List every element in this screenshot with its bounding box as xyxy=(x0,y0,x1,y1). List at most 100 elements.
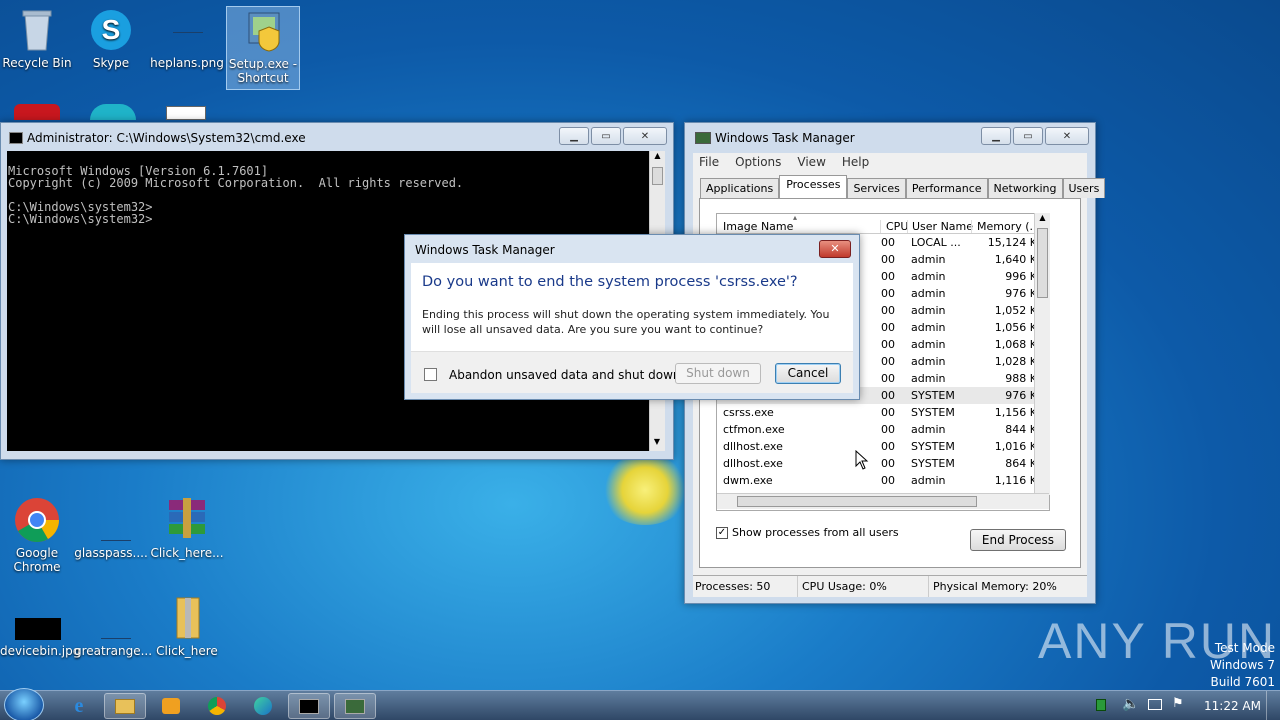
process-cpu: 00 xyxy=(881,304,895,317)
menu-help[interactable]: Help xyxy=(842,155,869,169)
process-user: SYSTEM xyxy=(911,389,955,402)
process-memory: 844 K xyxy=(1005,423,1037,436)
desktop-icon-devicebin[interactable]: devicebin.jpg xyxy=(0,594,80,658)
table-row[interactable]: dwm.exe 00 admin 1,116 K xyxy=(717,472,1047,489)
cancel-button[interactable]: Cancel xyxy=(775,363,841,384)
process-cpu: 00 xyxy=(881,236,895,249)
tab-processes[interactable]: Processes xyxy=(779,175,848,198)
table-row[interactable]: csrss.exe 00 SYSTEM 1,156 K xyxy=(717,404,1047,421)
desktop-icon-greatrange[interactable]: greatrange... xyxy=(74,594,152,658)
abandon-label: Abandon unsaved data and shut down. xyxy=(449,368,685,382)
tab-applications[interactable]: Applications xyxy=(700,178,780,198)
process-user: SYSTEM xyxy=(911,457,955,470)
taskbar-ie[interactable]: e xyxy=(58,693,100,719)
taskbar-clock[interactable]: 11:22 AM xyxy=(1204,699,1261,713)
desktop-icon-chrome[interactable]: Google Chrome xyxy=(0,496,74,574)
setup-shortcut-icon xyxy=(239,7,287,55)
desktop-icon-recycle-bin[interactable]: Recycle Bin xyxy=(0,6,74,70)
desktop-icon-partial-edge[interactable] xyxy=(90,104,136,120)
menu-view[interactable]: View xyxy=(797,155,825,169)
col-memory[interactable]: Memory (... xyxy=(971,220,1040,233)
process-cpu: 00 xyxy=(881,253,895,266)
dialog-titlebar[interactable]: Windows Task Manager ✕ xyxy=(405,235,859,265)
ie-icon: e xyxy=(74,694,84,717)
tray-network-icon[interactable] xyxy=(1096,699,1106,711)
shutdown-button[interactable]: Shut down xyxy=(675,363,761,384)
process-user: SYSTEM xyxy=(911,406,955,419)
taskbar-taskmgr[interactable] xyxy=(334,693,376,719)
desktop-icon-glasspass[interactable]: glasspass.... xyxy=(74,496,148,560)
wallpaper-flare xyxy=(600,455,690,525)
start-button[interactable] xyxy=(4,688,44,720)
maximize-button[interactable]: ▭ xyxy=(591,127,621,145)
tray-flag-icon[interactable]: ⚑ xyxy=(1172,696,1184,711)
status-memory: Physical Memory: 20% xyxy=(933,580,1057,593)
process-memory: 1,016 K xyxy=(994,440,1037,453)
recycle-bin-icon xyxy=(13,6,61,54)
tray-display-icon[interactable] xyxy=(1148,699,1162,710)
process-list-hscroll[interactable] xyxy=(717,493,1049,509)
menu-file[interactable]: File xyxy=(699,155,719,169)
process-cpu: 00 xyxy=(881,406,895,419)
taskbar-edge[interactable] xyxy=(242,693,284,719)
desktop-icon-click-here-rar[interactable]: Click_here... xyxy=(150,496,224,560)
desktop-icon-click-here-folder[interactable]: Click_here xyxy=(150,594,224,658)
taskbar-cmd[interactable] xyxy=(288,693,330,719)
desktop-icon-partial-doc[interactable] xyxy=(166,106,206,120)
taskbar-explorer[interactable] xyxy=(104,693,146,719)
process-cpu: 00 xyxy=(881,321,895,334)
tab-users[interactable]: Users xyxy=(1062,178,1106,198)
show-desktop-button[interactable] xyxy=(1266,691,1280,720)
process-user: admin xyxy=(911,372,946,385)
process-memory: 1,028 K xyxy=(994,355,1037,368)
col-user-name[interactable]: User Name xyxy=(907,220,973,233)
media-player-icon xyxy=(162,698,180,714)
desktop-icon-skype[interactable]: S Skype xyxy=(74,6,148,70)
desktop-icon-label: Skype xyxy=(92,56,130,70)
taskbar-media-player[interactable] xyxy=(150,693,192,719)
process-user: admin xyxy=(911,355,946,368)
tab-networking[interactable]: Networking xyxy=(987,178,1063,198)
menu-options[interactable]: Options xyxy=(735,155,781,169)
taskbar-chrome[interactable] xyxy=(196,693,238,719)
process-user: admin xyxy=(911,474,946,487)
col-cpu[interactable]: CPU xyxy=(880,220,908,233)
desktop-icon-label: Recycle Bin xyxy=(2,56,72,70)
svg-text:S: S xyxy=(102,14,121,45)
chrome-icon xyxy=(208,697,226,715)
close-button[interactable]: ✕ xyxy=(623,127,667,145)
desktop-icon-partial-pdf[interactable] xyxy=(14,104,60,120)
confirm-dialog[interactable]: Windows Task Manager ✕ Do you want to en… xyxy=(404,234,860,400)
table-row[interactable]: dllhost.exe 00 SYSTEM 1,016 K xyxy=(717,438,1047,455)
chrome-icon xyxy=(13,496,61,544)
maximize-button[interactable]: ▭ xyxy=(1013,127,1043,145)
taskmgr-titlebar[interactable]: Windows Task Manager ▁ ▭ ✕ xyxy=(685,123,1095,153)
table-row[interactable]: dllhost.exe 00 SYSTEM 864 K xyxy=(717,455,1047,472)
tray-volume-icon[interactable]: 🔈 xyxy=(1122,696,1139,712)
tab-performance[interactable]: Performance xyxy=(905,178,988,198)
process-cpu: 00 xyxy=(881,355,895,368)
process-memory: 1,116 K xyxy=(994,474,1037,487)
desktop-icon-setup-shortcut[interactable]: Setup.exe - Shortcut xyxy=(226,6,300,90)
col-image-name[interactable]: Image Name xyxy=(723,220,793,233)
end-process-button[interactable]: End Process xyxy=(970,529,1066,551)
abandon-checkbox[interactable] xyxy=(424,368,437,381)
process-memory: 1,156 K xyxy=(994,406,1037,419)
mouse-cursor xyxy=(855,449,869,473)
minimize-button[interactable]: ▁ xyxy=(559,127,589,145)
process-memory: 864 K xyxy=(1005,457,1037,470)
show-all-checkbox[interactable]: ✓ xyxy=(716,527,728,539)
desktop-icon-heplans[interactable]: heplans.png xyxy=(150,6,224,70)
sort-arrow-icon: ▴ xyxy=(793,213,798,222)
taskmgr-title: Windows Task Manager xyxy=(715,131,855,145)
process-cpu: 00 xyxy=(881,457,895,470)
cmd-icon xyxy=(9,132,23,144)
cmd-titlebar[interactable]: Administrator: C:\Windows\System32\cmd.e… xyxy=(1,123,673,153)
dialog-close-button[interactable]: ✕ xyxy=(819,240,851,258)
process-list-vscroll[interactable]: ▲ xyxy=(1034,213,1050,495)
table-row[interactable]: ctfmon.exe 00 admin 844 K xyxy=(717,421,1047,438)
minimize-button[interactable]: ▁ xyxy=(981,127,1011,145)
process-cpu: 00 xyxy=(881,389,895,402)
close-button[interactable]: ✕ xyxy=(1045,127,1089,145)
tab-services[interactable]: Services xyxy=(847,178,906,198)
